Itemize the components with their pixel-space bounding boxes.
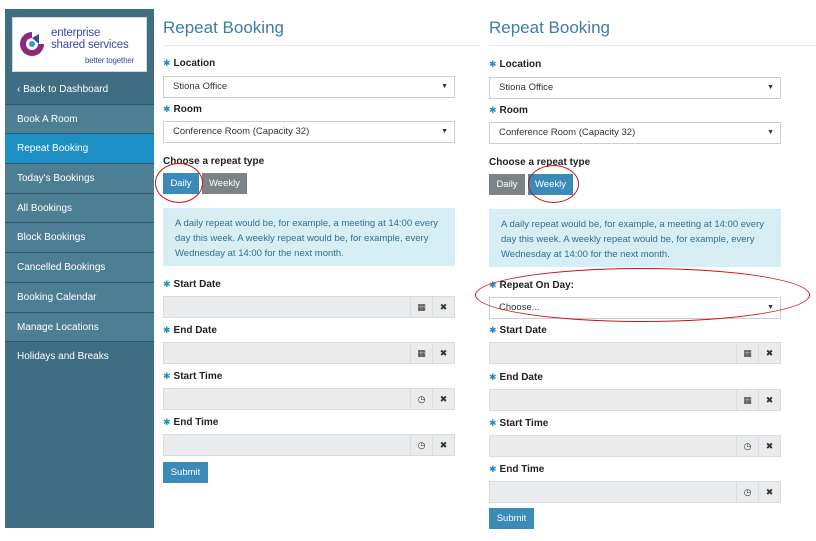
end-date-input[interactable]: ▦ ✖: [489, 389, 781, 411]
brand-name-line1: enterprise: [51, 27, 101, 39]
required-asterisk-icon: ✱: [489, 464, 497, 474]
calendar-icon[interactable]: ▦: [410, 343, 432, 363]
submit-button[interactable]: Submit: [163, 462, 208, 483]
end-date-label: ✱ End Date: [163, 325, 217, 336]
sidebar: enterprise shared services better togeth…: [5, 9, 154, 528]
sidebar-item-back-to-dashboard[interactable]: ‹ Back to Dashboard: [5, 75, 154, 105]
clear-x-icon[interactable]: ✖: [432, 297, 454, 317]
location-select[interactable]: Stiona Office ▼: [163, 76, 455, 98]
clear-x-icon[interactable]: ✖: [758, 436, 780, 456]
annotation-circle-daily: [155, 163, 203, 203]
clock-icon[interactable]: ◷: [736, 482, 758, 502]
required-asterisk-icon: ✱: [489, 418, 497, 428]
end-time-input[interactable]: ◷ ✖: [489, 481, 781, 503]
chevron-down-icon: ▼: [441, 83, 448, 90]
location-label: ✱ Location: [489, 59, 542, 70]
required-asterisk-icon: ✱: [163, 104, 171, 114]
sidebar-item-holidays-and-breaks[interactable]: Holidays and Breaks: [5, 342, 154, 372]
start-date-input[interactable]: ▦ ✖: [163, 296, 455, 318]
repeat-type-info-alert: A daily repeat would be, for example, a …: [489, 209, 781, 267]
repeat-type-label: Choose a repeat type: [489, 157, 591, 168]
repeat-type-info-alert: A daily repeat would be, for example, a …: [163, 208, 455, 266]
chevron-down-icon: ▼: [767, 129, 774, 136]
brand-name-line2: shared services: [51, 39, 129, 51]
clear-x-icon[interactable]: ✖: [432, 435, 454, 455]
sidebar-item-todays-bookings[interactable]: Today's Bookings: [5, 164, 154, 194]
brand-mark-icon: [20, 32, 44, 56]
sidebar-item-block-bookings[interactable]: Block Bookings: [5, 223, 154, 254]
annotation-circle-repeat-day: [475, 268, 810, 322]
title-divider: [489, 45, 816, 46]
required-asterisk-icon: ✱: [489, 105, 497, 115]
clock-icon[interactable]: ◷: [410, 435, 432, 455]
sidebar-item-repeat-booking[interactable]: Repeat Booking: [5, 134, 154, 165]
clear-x-icon[interactable]: ✖: [432, 343, 454, 363]
annotation-circle-weekly: [528, 165, 579, 203]
end-date-input[interactable]: ▦ ✖: [163, 342, 455, 364]
weekly-button[interactable]: Weekly: [202, 173, 247, 194]
room-label: ✱ Room: [489, 105, 528, 116]
clock-icon[interactable]: ◷: [410, 389, 432, 409]
clear-x-icon[interactable]: ✖: [758, 390, 780, 410]
start-time-label: ✱ Start Time: [163, 371, 223, 382]
start-time-label: ✱ Start Time: [489, 418, 549, 429]
sidebar-menu: ‹ Back to Dashboard Book A Room Repeat B…: [5, 75, 154, 372]
sidebar-item-book-a-room[interactable]: Book A Room: [5, 104, 154, 135]
calendar-icon[interactable]: ▦: [736, 343, 758, 363]
required-asterisk-icon: ✱: [163, 279, 171, 289]
clock-icon[interactable]: ◷: [736, 436, 758, 456]
required-asterisk-icon: ✱: [489, 59, 497, 69]
brand-logo[interactable]: enterprise shared services better togeth…: [12, 17, 147, 72]
sidebar-item-cancelled-bookings[interactable]: Cancelled Bookings: [5, 253, 154, 283]
sidebar-item-all-bookings[interactable]: All Bookings: [5, 193, 154, 224]
chevron-down-icon: ▼: [441, 128, 448, 135]
clear-x-icon[interactable]: ✖: [758, 482, 780, 502]
sidebar-item-booking-calendar[interactable]: Booking Calendar: [5, 282, 154, 313]
end-time-label: ✱ End Time: [489, 464, 545, 475]
page-title: Repeat Booking: [489, 18, 610, 37]
required-asterisk-icon: ✱: [489, 372, 497, 382]
room-label: ✱ Room: [163, 104, 202, 115]
room-select[interactable]: Conference Room (Capacity 32) ▼: [489, 122, 781, 144]
start-time-input[interactable]: ◷ ✖: [489, 435, 781, 457]
start-date-label: ✱ Start Date: [163, 279, 221, 290]
chevron-down-icon: ▼: [767, 84, 774, 91]
submit-button[interactable]: Submit: [489, 508, 534, 529]
title-divider: [163, 45, 480, 46]
location-label: ✱ Location: [163, 58, 216, 69]
end-time-input[interactable]: ◷ ✖: [163, 434, 455, 456]
end-time-label: ✱ End Time: [163, 417, 219, 428]
daily-button[interactable]: Daily: [489, 174, 525, 195]
required-asterisk-icon: ✱: [163, 325, 171, 335]
clear-x-icon[interactable]: ✖: [758, 343, 780, 363]
brand-tagline: better together: [85, 56, 135, 65]
calendar-icon[interactable]: ▦: [410, 297, 432, 317]
start-time-input[interactable]: ◷ ✖: [163, 388, 455, 410]
sidebar-item-manage-locations[interactable]: Manage Locations: [5, 312, 154, 343]
required-asterisk-icon: ✱: [163, 417, 171, 427]
calendar-icon[interactable]: ▦: [736, 390, 758, 410]
location-select[interactable]: Stiona Office ▼: [489, 77, 781, 99]
start-date-input[interactable]: ▦ ✖: [489, 342, 781, 364]
required-asterisk-icon: ✱: [163, 58, 171, 68]
required-asterisk-icon: ✱: [489, 325, 497, 335]
clear-x-icon[interactable]: ✖: [432, 389, 454, 409]
start-date-label: ✱ Start Date: [489, 325, 547, 336]
end-date-label: ✱ End Date: [489, 372, 543, 383]
page-title: Repeat Booking: [163, 18, 284, 37]
room-select[interactable]: Conference Room (Capacity 32) ▼: [163, 121, 455, 143]
required-asterisk-icon: ✱: [163, 371, 171, 381]
